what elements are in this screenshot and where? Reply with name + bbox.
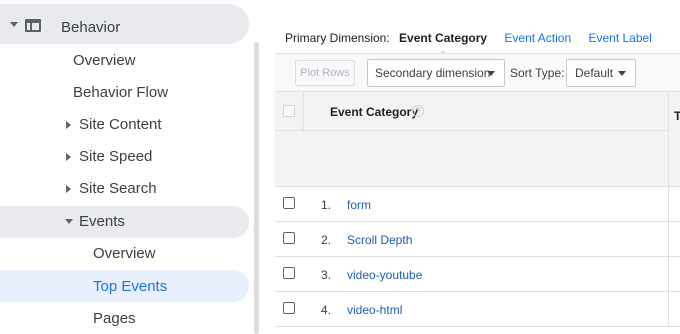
chevron-down-icon <box>10 22 18 27</box>
dimension-event-action[interactable]: Event Action <box>504 31 571 45</box>
row-number: 3. <box>321 268 332 282</box>
sort-type-value: Default <box>575 66 614 80</box>
sort-type-label: Sort Type: <box>510 66 565 80</box>
sort-type-dropdown[interactable]: Default <box>566 59 636 87</box>
sidebar-scrollbar[interactable] <box>254 42 259 334</box>
table-header: Event Category ? T <box>275 91 680 188</box>
row-checkbox[interactable] <box>283 267 295 279</box>
sidebar-item-site-search[interactable]: Site Search <box>79 180 157 197</box>
column-divider <box>668 187 669 222</box>
row-number: 2. <box>321 233 332 247</box>
row-link[interactable]: video-youtube <box>347 268 422 282</box>
table-row: 2. Scroll Depth <box>275 222 680 257</box>
dimension-event-label[interactable]: Event Label <box>588 31 651 45</box>
sidebar-item-top-events[interactable]: Top Events <box>93 278 167 295</box>
secondary-dimension-dropdown[interactable]: Secondary dimension <box>367 59 505 87</box>
row-checkbox[interactable] <box>283 302 295 314</box>
header-divider <box>275 130 668 131</box>
row-number: 4. <box>321 303 332 317</box>
column-divider <box>668 292 669 327</box>
table-row: 4. video-html <box>275 292 680 327</box>
plot-rows-button[interactable]: Plot Rows <box>295 60 355 86</box>
dropdown-arrow-icon <box>487 71 495 76</box>
primary-dimension-bar: Primary Dimension: Event Category Event … <box>285 31 652 45</box>
table-row: 3. video-youtube <box>275 257 680 292</box>
table-toolbar: Plot Rows Secondary dimension Sort Type:… <box>275 53 680 92</box>
behavior-icon <box>25 19 41 32</box>
row-number: 1. <box>321 198 332 212</box>
sidebar-item-events-overview[interactable]: Overview <box>93 245 156 262</box>
table-row: 1. form <box>275 187 680 222</box>
sidebar-item-overview[interactable]: Overview <box>73 52 136 69</box>
dropdown-arrow-icon <box>618 71 626 76</box>
column-header-event-category[interactable]: Event Category <box>330 105 418 119</box>
chevron-right-icon <box>66 185 71 193</box>
sidebar-item-site-content[interactable]: Site Content <box>79 116 162 133</box>
help-icon[interactable]: ? <box>412 105 424 117</box>
sidebar-section-label: Behavior <box>61 19 121 36</box>
header-checkbox-cell <box>275 92 304 130</box>
column-divider <box>668 222 669 257</box>
row-link[interactable]: Scroll Depth <box>347 233 412 247</box>
column-divider <box>668 92 669 188</box>
chevron-right-icon <box>66 121 71 129</box>
secondary-dimension-label: Secondary dimension <box>375 66 491 80</box>
primary-dimension-label: Primary Dimension: <box>285 31 390 45</box>
sidebar-item-pages[interactable]: Pages <box>93 310 136 327</box>
sidebar-nav: Behavior Overview Behavior Flow Site Con… <box>0 0 262 334</box>
column-header-next[interactable]: T <box>674 109 680 123</box>
sidebar-item-events[interactable]: Events <box>79 213 125 230</box>
row-checkbox[interactable] <box>283 197 295 209</box>
dimension-event-category: Event Category <box>399 31 488 45</box>
row-link[interactable]: video-html <box>347 303 402 317</box>
column-divider <box>668 257 669 292</box>
row-checkbox[interactable] <box>283 232 295 244</box>
sidebar-item-behavior-flow[interactable]: Behavior Flow <box>73 84 168 101</box>
report-panel: Primary Dimension: Event Category Event … <box>275 0 680 334</box>
chevron-down-icon <box>65 219 73 224</box>
sidebar-section-behavior[interactable]: Behavior <box>0 4 249 44</box>
row-link[interactable]: form <box>347 198 371 212</box>
select-all-checkbox[interactable] <box>283 105 295 117</box>
sidebar-item-site-speed[interactable]: Site Speed <box>79 148 152 165</box>
chevron-right-icon <box>66 153 71 161</box>
